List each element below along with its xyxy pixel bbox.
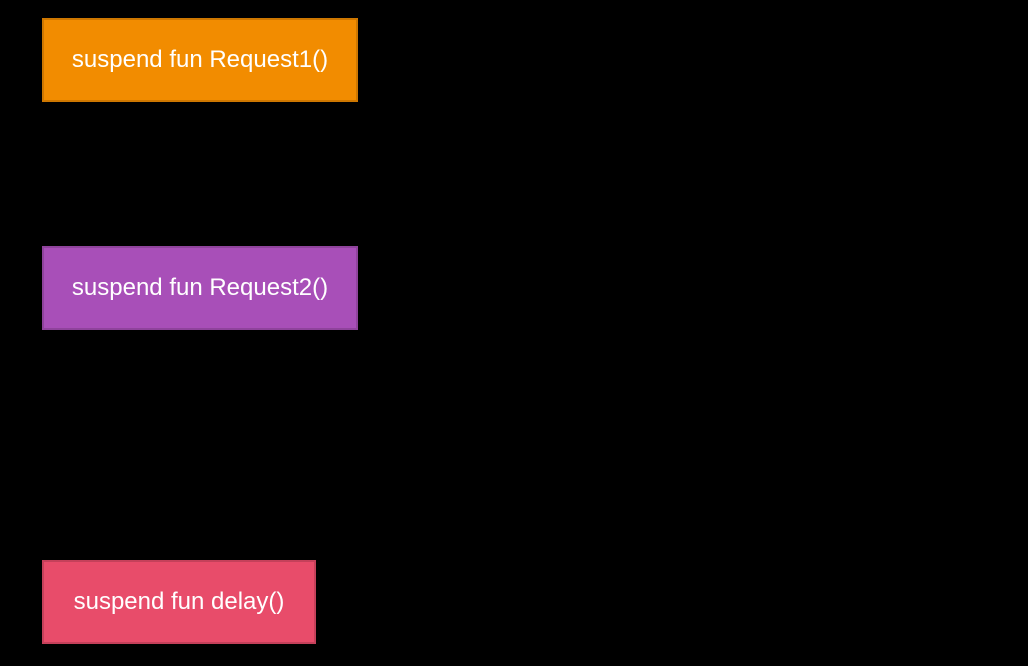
function-label-request1: suspend fun Request1() [72, 46, 328, 74]
suspend-function-request1: suspend fun Request1() [42, 18, 358, 102]
function-label-delay: suspend fun delay() [74, 588, 285, 616]
suspend-function-delay: suspend fun delay() [42, 560, 316, 644]
function-label-request2: suspend fun Request2() [72, 274, 328, 302]
suspend-function-request2: suspend fun Request2() [42, 246, 358, 330]
